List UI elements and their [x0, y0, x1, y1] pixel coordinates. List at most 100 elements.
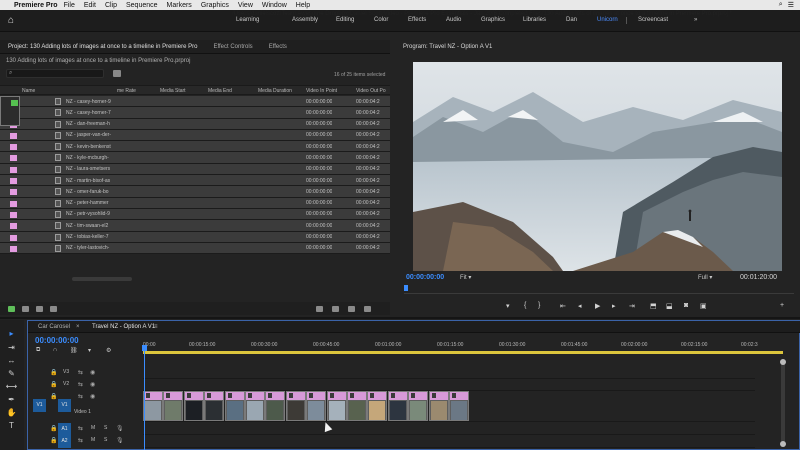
menu-view[interactable]: View: [238, 2, 253, 9]
track-target-a2[interactable]: A2: [58, 435, 71, 448]
project-item-row[interactable]: NZ - petr-vysohlid-9 00:00:00:00 00:00:04:…: [0, 208, 390, 221]
hand-tool-icon[interactable]: ✋: [5, 407, 18, 418]
project-item-row[interactable]: NZ - casey-horner-9 00:00:00:00 00:00:04:2: [0, 96, 390, 108]
step-back-icon[interactable]: ◂: [578, 302, 582, 310]
col-name[interactable]: Name: [22, 88, 35, 94]
timeline-clip[interactable]: [449, 391, 469, 421]
timeline-clip[interactable]: [285, 391, 306, 421]
label-color-chip[interactable]: [10, 166, 17, 173]
timeline-clip[interactable]: [265, 391, 286, 421]
lock-icon[interactable]: 🔒: [50, 425, 57, 432]
new-item-icon[interactable]: [348, 306, 355, 312]
label-color-chip[interactable]: [10, 200, 17, 207]
track-lane-a2[interactable]: [143, 435, 755, 448]
workspace-assembly[interactable]: Assembly: [292, 17, 318, 23]
trash-icon[interactable]: [364, 306, 371, 312]
button-editor-icon[interactable]: +: [780, 302, 784, 309]
sync-lock-icon[interactable]: ⇆: [78, 425, 83, 432]
tab-effect-controls[interactable]: Effect Controls: [205, 44, 260, 50]
zoom-select[interactable]: Fit ▾: [460, 274, 471, 281]
lock-icon[interactable]: 🔒: [50, 369, 57, 376]
tab-effects[interactable]: Effects: [261, 44, 295, 50]
col-frame-rate[interactable]: me Rate: [117, 88, 136, 94]
new-bin-icon[interactable]: [316, 306, 323, 312]
step-forward-icon[interactable]: ▸: [612, 302, 616, 310]
ripple-edit-tool-icon[interactable]: ↔: [5, 355, 18, 366]
sync-lock-icon[interactable]: ⇆: [78, 369, 83, 376]
project-item-row[interactable]: NZ - tim-swaan-el2 00:00:00:00 00:00:04:2: [0, 220, 390, 232]
playhead-icon[interactable]: [142, 345, 147, 351]
workspace-audio[interactable]: Audio: [446, 17, 461, 23]
pen-tool-icon[interactable]: ✒: [5, 394, 18, 405]
mute-button[interactable]: M: [91, 437, 95, 443]
timeline-clip[interactable]: [143, 391, 163, 421]
menu-window[interactable]: Window: [262, 2, 287, 9]
freeform-view-icon[interactable]: [50, 306, 57, 312]
timeline-clip[interactable]: [428, 391, 449, 421]
label-color-chip[interactable]: [10, 132, 17, 139]
project-item-row[interactable]: NZ - peter-hammer 00:00:00:00 00:00:04:2: [0, 197, 390, 209]
sequence-row[interactable]: ⌸Travel NZ - Option A V100 fps00:00:00:0…: [0, 96, 20, 126]
nest-toggle-icon[interactable]: ⧉: [36, 347, 40, 354]
type-tool-icon[interactable]: T: [5, 420, 18, 431]
timeline-ruler[interactable]: 00:00 00:00:15:00 00:00:30:00 00:00:45:0…: [143, 335, 783, 351]
track-lane-a1[interactable]: [143, 422, 755, 435]
list-view-icon[interactable]: [22, 306, 29, 312]
tab-travel-nz[interactable]: Travel NZ - Option A V1: [92, 324, 155, 330]
workspace-color[interactable]: Color: [374, 17, 388, 23]
work-area-bar[interactable]: [143, 351, 783, 354]
eye-icon[interactable]: ◉: [90, 393, 95, 400]
mute-button[interactable]: M: [91, 425, 95, 431]
program-timecode[interactable]: 00:00:00:00: [406, 274, 444, 281]
project-item-row[interactable]: NZ - kyle-mcburgh- 00:00:00:00 00:00:04:2: [0, 152, 390, 164]
label-color-chip[interactable]: [10, 234, 17, 241]
workspace-unicorn[interactable]: Unicorn: [597, 17, 618, 23]
close-icon[interactable]: ×: [76, 324, 80, 330]
timeline-settings-icon[interactable]: ⚙: [106, 347, 111, 354]
solo-button[interactable]: S: [104, 425, 107, 431]
search-icon[interactable]: ⌕: [779, 1, 783, 9]
workspace-graphics[interactable]: Graphics: [481, 17, 505, 23]
find-icon[interactable]: [332, 306, 339, 312]
workspace-effects[interactable]: Effects: [408, 17, 426, 23]
col-video-out[interactable]: Video Out Po: [356, 88, 386, 94]
microphone-icon[interactable]: 🎙: [116, 437, 124, 444]
project-item-row[interactable]: NZ - tobias-keller-7 00:00:00:00 00:00:04:…: [0, 231, 390, 243]
label-color-chip[interactable]: [10, 223, 17, 230]
panel-divider[interactable]: [0, 317, 800, 319]
resolution-select[interactable]: Full ▾: [698, 274, 712, 281]
extract-icon[interactable]: ⬓: [666, 302, 673, 310]
menu-clip[interactable]: Clip: [105, 2, 117, 9]
timeline-clip[interactable]: [245, 391, 265, 421]
menu-file[interactable]: File: [64, 2, 75, 9]
label-color-chip[interactable]: [11, 100, 18, 106]
add-marker-icon[interactable]: ▾: [88, 347, 91, 354]
write-protect-icon[interactable]: [8, 306, 15, 312]
timeline-clip[interactable]: [183, 391, 204, 421]
timeline-clip[interactable]: [326, 391, 347, 421]
project-search-input[interactable]: ⌕: [6, 69, 104, 78]
source-patch-v1[interactable]: V1: [33, 399, 46, 412]
track-lane-v2[interactable]: [143, 379, 755, 391]
timeline-clip[interactable]: [408, 391, 429, 421]
scroll-knob-top[interactable]: [780, 359, 786, 365]
track-lane-v3[interactable]: [143, 367, 755, 379]
mark-out-icon[interactable]: }: [538, 302, 540, 309]
play-icon[interactable]: ▶: [595, 302, 600, 310]
label-color-chip[interactable]: [10, 155, 17, 162]
workspace-dan[interactable]: Dan: [566, 17, 577, 23]
razor-tool-icon[interactable]: ✎: [5, 368, 18, 379]
horizontal-scrollbar[interactable]: [72, 277, 132, 281]
tab-menu-icon[interactable]: ≡: [154, 324, 158, 330]
folder-icon[interactable]: [113, 70, 121, 77]
col-media-end[interactable]: Media End: [208, 88, 232, 94]
project-item-row[interactable]: NZ - laura-smetsers 00:00:00:00 00:00:04:2: [0, 163, 390, 176]
col-video-in[interactable]: Video In Point: [306, 88, 337, 94]
mark-in-icon[interactable]: {: [524, 302, 526, 309]
timeline-clip[interactable]: [347, 391, 367, 421]
home-icon[interactable]: ⌂: [8, 15, 19, 26]
project-item-row[interactable]: NZ - kevin-benkenst 00:00:00:00 00:00:04:2: [0, 141, 390, 153]
program-monitor-title[interactable]: Program: Travel NZ - Option A V1: [403, 44, 492, 50]
track-select-tool-icon[interactable]: ⇥: [5, 342, 18, 353]
timeline-clip[interactable]: [163, 391, 184, 421]
